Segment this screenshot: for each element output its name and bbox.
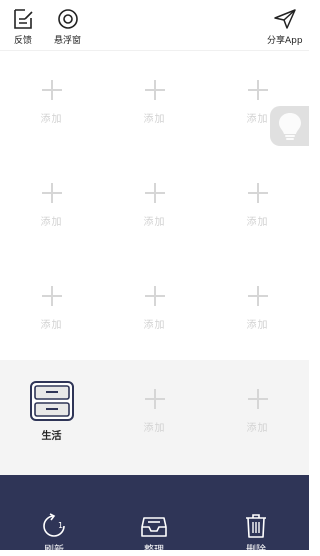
floating-assistant-button[interactable]	[270, 106, 309, 146]
add-slot-label: 添加	[143, 320, 166, 331]
add-slot[interactable]: 添加	[206, 360, 309, 463]
add-slot[interactable]: 添加	[0, 257, 103, 360]
add-slot-label: 添加	[143, 114, 166, 125]
add-slot[interactable]: 添加	[206, 257, 309, 360]
add-slot[interactable]: 添加	[206, 154, 309, 257]
add-slot-label: 添加	[40, 114, 63, 125]
plus-icon	[41, 183, 62, 203]
plus-icon	[41, 286, 62, 306]
plus-icon	[144, 183, 165, 203]
add-slot[interactable]: 添加	[103, 257, 206, 360]
share-app-button[interactable]: 分享App	[267, 8, 303, 46]
delete-label: 删除	[246, 545, 266, 556]
add-slot-label: 添加	[143, 423, 166, 434]
add-slot-label: 添加	[246, 114, 269, 125]
add-slot-label: 添加	[246, 320, 269, 331]
add-slot[interactable]: 添加	[103, 360, 206, 463]
add-slot[interactable]: 添加	[0, 51, 103, 154]
plus-icon	[247, 389, 268, 409]
plus-icon	[247, 80, 268, 100]
feedback-label: 反馈	[13, 36, 32, 46]
lightbulb-icon	[278, 113, 301, 140]
add-slot-label: 添加	[40, 320, 63, 331]
plus-icon	[247, 286, 268, 306]
float-window-button[interactable]: 悬浮窗	[54, 8, 81, 46]
top-toolbar: 反馈 悬浮窗 分享App	[0, 0, 309, 51]
life-folder-label: 生活	[41, 431, 62, 442]
bottom-action-bar: 1 刷新 整理 删除	[0, 475, 309, 556]
add-slot-label: 添加	[246, 217, 269, 228]
drawer-cabinet-icon	[29, 381, 74, 421]
trash-icon	[246, 514, 266, 538]
plus-icon	[41, 80, 62, 100]
add-slot-label: 添加	[40, 217, 63, 228]
plus-icon	[144, 80, 165, 100]
app-grid: 添加 添加 添加 添加 添加 添加 添加 添加 添加	[0, 51, 309, 360]
add-slot[interactable]: 添加	[103, 51, 206, 154]
add-slot[interactable]: 添加	[103, 154, 206, 257]
float-window-icon	[57, 9, 78, 29]
feedback-button[interactable]: 反馈	[12, 8, 34, 46]
add-slot-label: 添加	[143, 217, 166, 228]
refresh-icon: 1	[43, 513, 65, 537]
organize-label: 整理	[144, 545, 164, 556]
add-slot[interactable]: 添加	[0, 154, 103, 257]
plus-icon	[144, 286, 165, 306]
refresh-label: 刷新	[44, 545, 64, 556]
send-icon	[274, 9, 296, 29]
svg-text:1: 1	[58, 521, 63, 530]
life-folder[interactable]: 生活	[0, 360, 103, 463]
plus-icon	[144, 389, 165, 409]
share-app-label: 分享App	[267, 36, 303, 46]
feedback-icon	[14, 9, 33, 29]
dock-row: 生活 添加 添加	[0, 360, 309, 475]
add-slot-label: 添加	[246, 423, 269, 434]
plus-icon	[247, 183, 268, 203]
inbox-tray-icon	[141, 517, 167, 537]
float-window-label: 悬浮窗	[54, 36, 82, 46]
